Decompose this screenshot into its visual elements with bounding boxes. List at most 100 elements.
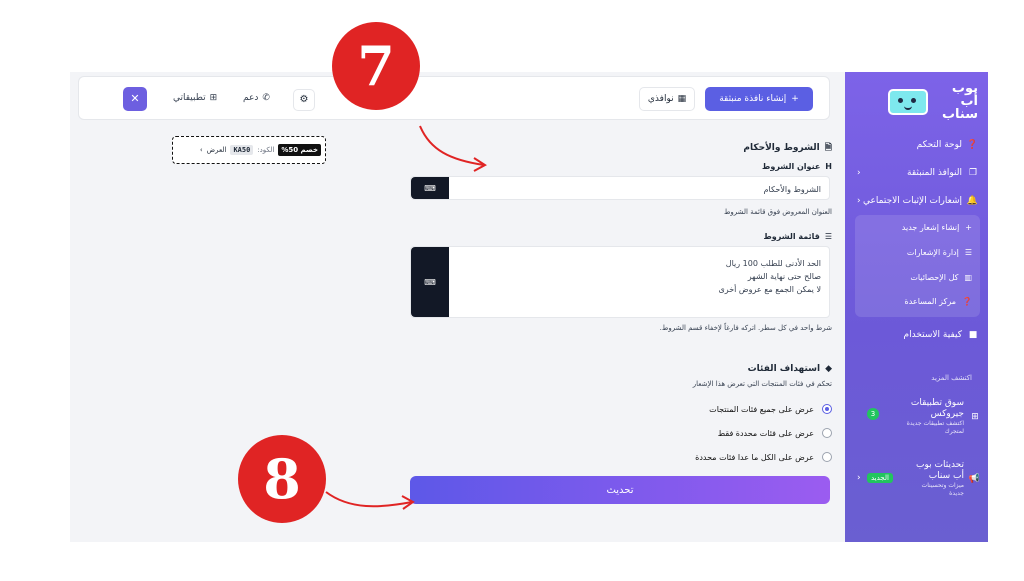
my-windows-label: نوافذي xyxy=(647,94,674,104)
grid-icon: ▦ xyxy=(677,94,687,104)
submenu-item-create[interactable]: + إنشاء إشعار جديد xyxy=(902,223,972,232)
submenu-item-label: مركز المساعدة xyxy=(904,297,957,306)
updates-link[interactable]: 📢 تحديثات بوب أب سناب ميزات وتحسينات جدي… xyxy=(906,460,980,498)
terms-list-line: لا يمكن الجمع مع عروض أخرى xyxy=(718,285,821,294)
whatsapp-icon: ✆ xyxy=(262,93,270,103)
terms-list-line: صالح حتى نهاية الشهر xyxy=(747,272,821,281)
terms-title-label: H عنوان الشروط xyxy=(762,162,832,171)
submenu-item-help[interactable]: ❓ مركز المساعدة xyxy=(905,297,972,306)
support-label: دعم xyxy=(243,93,259,103)
keyboard-icon[interactable]: ⌨ xyxy=(411,247,449,317)
update-button[interactable]: تحديث xyxy=(410,476,830,504)
terms-list-label: ☰ قائمة الشروط xyxy=(763,232,832,241)
step-8-marker: 8 xyxy=(238,435,326,523)
my-apps-link[interactable]: ⊞ تطبيقاتي xyxy=(173,93,217,103)
logo[interactable]: بوب أب سناب xyxy=(888,82,978,121)
radio-button[interactable] xyxy=(822,452,832,462)
video-icon: ■ xyxy=(968,330,978,340)
my-apps-label: تطبيقاتي xyxy=(173,93,206,103)
view-offer-label: العرض xyxy=(206,146,227,154)
document-icon: 🗎 xyxy=(824,143,832,153)
marketplace-title: سوق تطبيقات جيروكس xyxy=(910,398,964,419)
grid-icon: ⊞ xyxy=(971,412,979,422)
keyboard-icon[interactable]: ⌨ xyxy=(411,177,449,199)
create-popup-label: إنشاء نافذة منبثقة xyxy=(719,94,787,104)
sidebar-item-popups[interactable]: ❐ النوافذ المنبثقة xyxy=(907,168,978,178)
marketplace-link[interactable]: ⊞ سوق تطبيقات جيروكس اكتشف تطبيقات جديدة… xyxy=(906,398,980,436)
terms-section-title: 🗎 الشروط والأحكام xyxy=(743,140,832,156)
submenu-item-label: إدارة الإشعارات xyxy=(906,248,959,257)
radio-label: عرض على جميع فئات المنتجات xyxy=(709,404,814,414)
targeting-help: تحكم في فئات المنتجات التي تعرض هذا الإش… xyxy=(692,380,832,388)
sidebar: بوب أب سناب ❓ لوحة التحكم ❐ النوافذ المن… xyxy=(845,72,988,542)
radio-label: عرض على الكل ما عدا فئات محددة xyxy=(695,452,814,462)
submenu-item-stats[interactable]: ▥ كل الإحصائيات xyxy=(910,273,972,282)
chevron-left-icon[interactable]: ‹ xyxy=(857,473,861,483)
terms-list-help: شرط واحد في كل سطر. اتركه فارغاً لإخفاء … xyxy=(659,324,832,332)
help-circle-icon: ❓ xyxy=(966,140,978,150)
updates-badge: الجديد xyxy=(867,473,893,483)
terms-title-value: الشروط والأحكام xyxy=(763,185,821,194)
apps-icon: ⊞ xyxy=(209,93,218,103)
sidebar-item-how-to[interactable]: ■ كيفية الاستخدام xyxy=(904,330,978,340)
radio-all-categories[interactable]: عرض على جميع فئات المنتجات xyxy=(709,404,832,414)
sidebar-item-label: كيفية الاستخدام xyxy=(903,330,962,340)
terms-title-field[interactable]: الشروط والأحكام ⌨ xyxy=(410,176,830,200)
plus-icon: + xyxy=(791,94,799,104)
section-title-text: استهداف الفئات xyxy=(747,364,821,374)
logo-face-icon xyxy=(888,88,928,115)
marketplace-desc: اكتشف تطبيقات جديدة لمتجرك xyxy=(906,420,964,435)
sidebar-item-label: النوافذ المنبثقة xyxy=(907,168,962,178)
submenu-item-manage[interactable]: ☰ إدارة الإشعارات xyxy=(907,248,972,257)
offer-preview[interactable]: خصم 50% الكود: KA50 العرض › xyxy=(172,136,326,164)
sidebar-item-label: إشعارات الإثبات الاجتماعي xyxy=(863,196,962,206)
submenu-item-label: إنشاء إشعار جديد xyxy=(901,223,960,232)
label-text: قائمة الشروط xyxy=(763,232,820,241)
label-text: عنوان الشروط xyxy=(762,162,821,171)
list-icon: ☰ xyxy=(824,232,832,241)
terms-title-help: العنوان المعروض فوق قائمة الشروط xyxy=(723,208,832,216)
radio-except-categories[interactable]: عرض على الكل ما عدا فئات محددة xyxy=(695,452,832,462)
updates-title: تحديثات بوب أب سناب xyxy=(916,460,964,481)
support-link[interactable]: ✆ دعم xyxy=(243,93,270,103)
chevron-left-icon[interactable]: ‹ xyxy=(857,196,861,206)
tag-icon: ◆ xyxy=(825,364,832,374)
bar-chart-icon: ▥ xyxy=(964,273,972,282)
radio-button-selected[interactable] xyxy=(822,404,832,414)
sidebar-item-dashboard[interactable]: ❓ لوحة التحكم xyxy=(917,140,978,150)
sidebar-item-label: لوحة التحكم xyxy=(916,140,962,150)
heading-icon: H xyxy=(825,162,832,171)
radio-specific-categories[interactable]: عرض على فئات محددة فقط xyxy=(718,428,832,438)
submenu-item-label: كل الإحصائيات xyxy=(910,273,959,282)
close-icon[interactable]: ✕ xyxy=(123,87,147,111)
section-title-text: الشروط والأحكام xyxy=(743,143,820,153)
coupon-code: KA50 xyxy=(230,145,254,155)
radio-label: عرض على فئات محددة فقط xyxy=(717,428,814,438)
discover-label: اكتشف المزيد xyxy=(931,374,972,382)
top-bar: + إنشاء نافذة منبثقة ▦ نوافذي ⚙ ✆ دعم ⊞ … xyxy=(78,76,830,120)
create-popup-button[interactable]: + إنشاء نافذة منبثقة xyxy=(705,87,813,111)
megaphone-icon: 📢 xyxy=(968,474,980,484)
updates-desc: ميزات وتحسينات جديدة xyxy=(921,482,964,497)
my-windows-button[interactable]: ▦ نوافذي xyxy=(639,87,695,111)
code-label: الكود: xyxy=(257,146,275,154)
submenu: + إنشاء إشعار جديد ☰ إدارة الإشعارات ▥ ك… xyxy=(855,215,980,317)
discount-tag: خصم 50% xyxy=(278,144,321,156)
copy-icon: ❐ xyxy=(968,168,978,178)
step-7-marker: 7 xyxy=(332,22,420,110)
targeting-section-title: ◆ استهداف الفئات xyxy=(748,364,832,374)
chevron-left-icon[interactable]: ‹ xyxy=(857,168,861,178)
marketplace-badge: 3 xyxy=(867,408,879,420)
radio-button[interactable] xyxy=(822,428,832,438)
bell-icon: 🔔 xyxy=(966,196,978,206)
help-circle-icon: ❓ xyxy=(962,297,972,306)
list-icon: ☰ xyxy=(964,248,972,257)
sidebar-item-social-proof[interactable]: 🔔 إشعارات الإثبات الاجتماعي xyxy=(863,196,978,206)
plus-icon: + xyxy=(965,223,972,232)
app-frame: بوب أب سناب ❓ لوحة التحكم ❐ النوافذ المن… xyxy=(70,72,988,542)
gear-icon[interactable]: ⚙ xyxy=(293,89,315,111)
terms-list-textarea[interactable]: الحد الأدنى للطلب 100 ريال صالح حتى نهاي… xyxy=(410,246,830,318)
terms-list-line: الحد الأدنى للطلب 100 ريال xyxy=(725,259,821,268)
chevron-left-icon: › xyxy=(199,146,203,154)
logo-text: بوب أب سناب xyxy=(941,81,978,122)
